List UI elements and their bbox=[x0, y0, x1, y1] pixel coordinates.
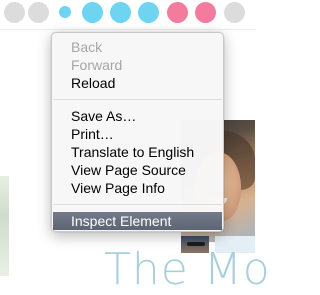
menu-item-view-page-source[interactable]: View Page Source bbox=[52, 161, 223, 179]
menu-item-print[interactable]: Print… bbox=[52, 125, 223, 143]
gray-dot bbox=[224, 2, 245, 23]
menu-item-forward: Forward bbox=[71, 57, 123, 73]
menu-item-inspect-element[interactable]: Inspect Element bbox=[53, 212, 222, 230]
menu-item-translate[interactable]: Translate to English bbox=[52, 143, 223, 161]
gray-dot bbox=[28, 2, 49, 23]
gray-dot bbox=[4, 2, 25, 23]
menu-item-back: Back bbox=[71, 39, 103, 55]
cyan-dot bbox=[138, 2, 159, 23]
cyan-dot bbox=[59, 6, 71, 18]
pink-dot bbox=[167, 2, 188, 23]
hero-title: The Mo bbox=[104, 244, 271, 295]
menu-item-view-page-info[interactable]: View Page Info bbox=[52, 179, 223, 197]
page-divider bbox=[0, 29, 255, 30]
thumbnail-image[interactable] bbox=[0, 176, 9, 276]
menu-item-save-as[interactable]: Save As… bbox=[52, 107, 223, 125]
menu-item-reload[interactable]: Reload bbox=[52, 74, 223, 92]
cyan-dot bbox=[110, 2, 131, 23]
color-dots-bar bbox=[0, 0, 255, 28]
menu-separator bbox=[53, 99, 222, 100]
pink-dot bbox=[195, 2, 216, 23]
menu-separator bbox=[53, 204, 222, 205]
context-menu: Back Forward Reload Save As… Print… Tran… bbox=[51, 32, 224, 232]
cyan-dot bbox=[82, 2, 103, 23]
